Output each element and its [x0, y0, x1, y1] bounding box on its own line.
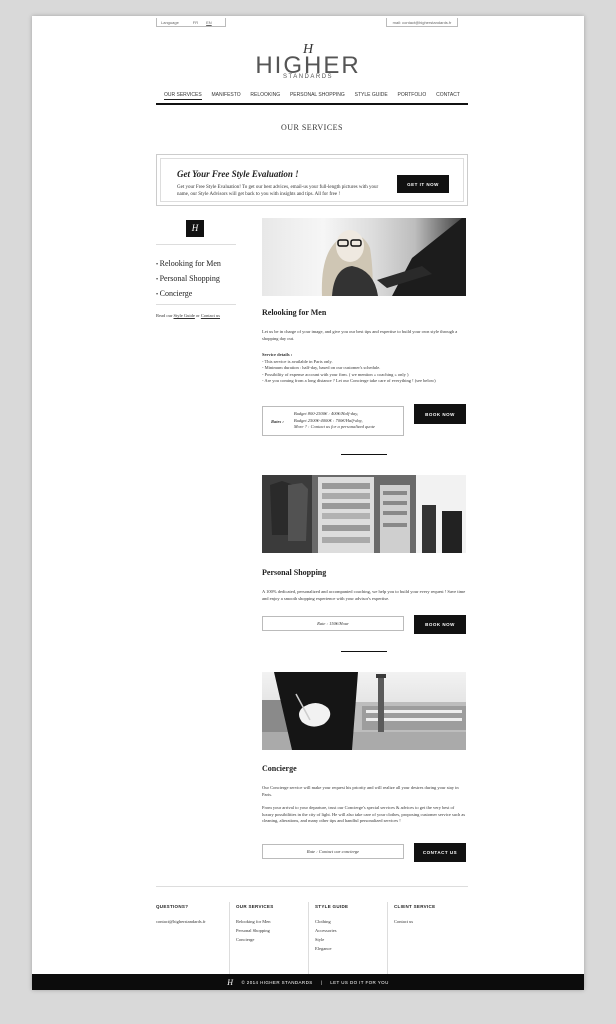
sidebar-monogram-icon: H: [186, 220, 204, 237]
logo-tagline: STANDARDS: [282, 74, 334, 80]
concierge-p2: From your arrival to your departure, tru…: [262, 805, 466, 823]
shopping-title: Personal Shopping: [262, 568, 327, 577]
relooking-title: Relooking for Men: [262, 308, 327, 317]
nav-portfolio[interactable]: PORTFOLIO: [398, 92, 427, 100]
concierge-section: Concierge Our Concierge service will mak…: [262, 764, 466, 825]
footer-client-service: CLIENT SERVICE Contact us: [394, 902, 464, 926]
footer-monogram-icon: H: [227, 977, 234, 987]
footer-services-title: OUR SERVICES: [236, 904, 274, 909]
language-label: Language: [161, 19, 179, 25]
shopping-book-now-button[interactable]: BOOK NOW: [414, 615, 466, 634]
footer-divider: [156, 886, 468, 887]
style-guide-link[interactable]: Style Guide: [174, 313, 195, 318]
relooking-detail-4: - Are you coming from a long distance ? …: [262, 378, 436, 383]
footer-questions: QUESTIONS? contact@higherstandards.fr: [156, 902, 226, 926]
nav-manifesto[interactable]: MANIFESTO: [212, 92, 241, 100]
get-it-now-button[interactable]: GET IT NOW: [397, 175, 449, 193]
promo-banner: Get Your Free Style Evaluation ! Get you…: [156, 154, 468, 206]
sidebar-footer: Read our Style Guide or Contact us: [156, 313, 220, 318]
footer-link[interactable]: Clothing: [315, 917, 385, 926]
shopping-section: Personal Shopping A 100% dedicated, pers…: [262, 568, 466, 602]
footer-separator: [308, 902, 309, 976]
footer-link[interactable]: Style: [315, 935, 385, 944]
nav-contact[interactable]: CONTACT: [436, 92, 460, 100]
footer-style-guide: STYLE GUIDE Clothing Accessories Style E…: [315, 902, 385, 953]
shopping-intro: A 100% dedicated, personalized and accom…: [262, 589, 466, 601]
language-switcher: Language FR EN: [156, 18, 226, 27]
copyright: © 2014 HIGHER STANDARDS: [241, 979, 313, 985]
footer-separator: [387, 902, 388, 976]
shopping-rate: Rate : 150€/Hour: [262, 616, 404, 631]
page-title: OUR SERVICES: [280, 123, 344, 132]
footer-link[interactable]: Elegance: [315, 944, 385, 953]
language-en[interactable]: EN: [206, 20, 212, 25]
relooking-book-now-button[interactable]: BOOK NOW: [414, 404, 466, 424]
rates-label: Rates :: [271, 418, 284, 424]
section-divider: [341, 454, 387, 455]
shopping-image: [262, 475, 466, 553]
rates-lines: Budget 800-2500€ : 400€/Half-day, Budget…: [294, 411, 375, 431]
promo-title: Get Your Free Style Evaluation !: [177, 169, 299, 179]
nav-personal-shopping[interactable]: PERSONAL SHOPPING: [290, 92, 345, 100]
footer-email-link[interactable]: contact@higherstandards.fr: [156, 917, 226, 926]
footer-questions-title: QUESTIONS?: [156, 904, 189, 909]
header-email[interactable]: mail: contact@higherstandards.fr: [386, 18, 458, 27]
promo-text: Get your Free Style Evaluation! To get o…: [177, 185, 379, 197]
relooking-intro: Let us be in charge of your image, and g…: [262, 329, 458, 341]
slogan: LET US DO IT FOR YOU: [330, 979, 389, 985]
bottom-separator: |: [320, 979, 323, 985]
concierge-rate: Rate : Contact our concierge: [262, 844, 404, 859]
footer-client-title: CLIENT SERVICE: [394, 904, 436, 909]
relooking-image: [262, 218, 466, 296]
footer-link[interactable]: Accessories: [315, 926, 385, 935]
footer-link[interactable]: Contact us: [394, 917, 464, 926]
nav-divider: [156, 103, 468, 105]
relooking-section: Relooking for Men Let us be in charge of…: [262, 308, 466, 385]
nav-relooking[interactable]: RELOOKING: [250, 92, 280, 100]
nav-style-guide[interactable]: STYLE GUIDE: [355, 92, 388, 100]
sidebar-foot-text: Read our: [156, 313, 173, 318]
rate-line-3: More ? : Contact us for a personalized q…: [293, 424, 375, 430]
sidebar-item-concierge[interactable]: Concierge: [156, 287, 221, 302]
sidebar-divider: [156, 244, 236, 245]
footer-style-title: STYLE GUIDE: [315, 904, 349, 909]
footer-services: OUR SERVICES Relooking for Men Personal …: [236, 902, 306, 944]
sidebar-divider: [156, 304, 236, 305]
sidebar-item-shopping[interactable]: Personal Shopping: [156, 272, 221, 287]
language-fr[interactable]: FR: [193, 20, 198, 25]
footer-separator: [229, 902, 230, 976]
contact-us-button[interactable]: CONTACT US: [414, 843, 466, 862]
sidebar-item-relooking[interactable]: Relooking for Men: [156, 257, 221, 272]
concierge-title: Concierge: [262, 764, 297, 773]
page-canvas: Language FR EN mail: contact@higherstand…: [32, 16, 584, 990]
contact-us-link[interactable]: Contact us: [201, 313, 220, 318]
sidebar-list: Relooking for Men Personal Shopping Conc…: [156, 257, 221, 302]
footer-link[interactable]: Relooking for Men: [236, 917, 306, 926]
main-nav: OUR SERVICES MANIFESTO RELOOKING PERSONA…: [156, 92, 468, 100]
footer-link[interactable]: Concierge: [236, 935, 306, 944]
relooking-rates: Rates : Budget 800-2500€ : 400€/Half-day…: [262, 406, 404, 436]
concierge-image: [262, 672, 466, 750]
nav-our-services[interactable]: OUR SERVICES: [164, 92, 202, 100]
sidebar-foot-or: or: [196, 313, 200, 318]
bottom-bar: H © 2014 HIGHER STANDARDS | LET US DO IT…: [32, 974, 584, 990]
section-divider: [341, 651, 387, 652]
footer-link[interactable]: Personal Shopping: [236, 926, 306, 935]
concierge-p1: Our Concierge service will make your req…: [262, 785, 459, 797]
